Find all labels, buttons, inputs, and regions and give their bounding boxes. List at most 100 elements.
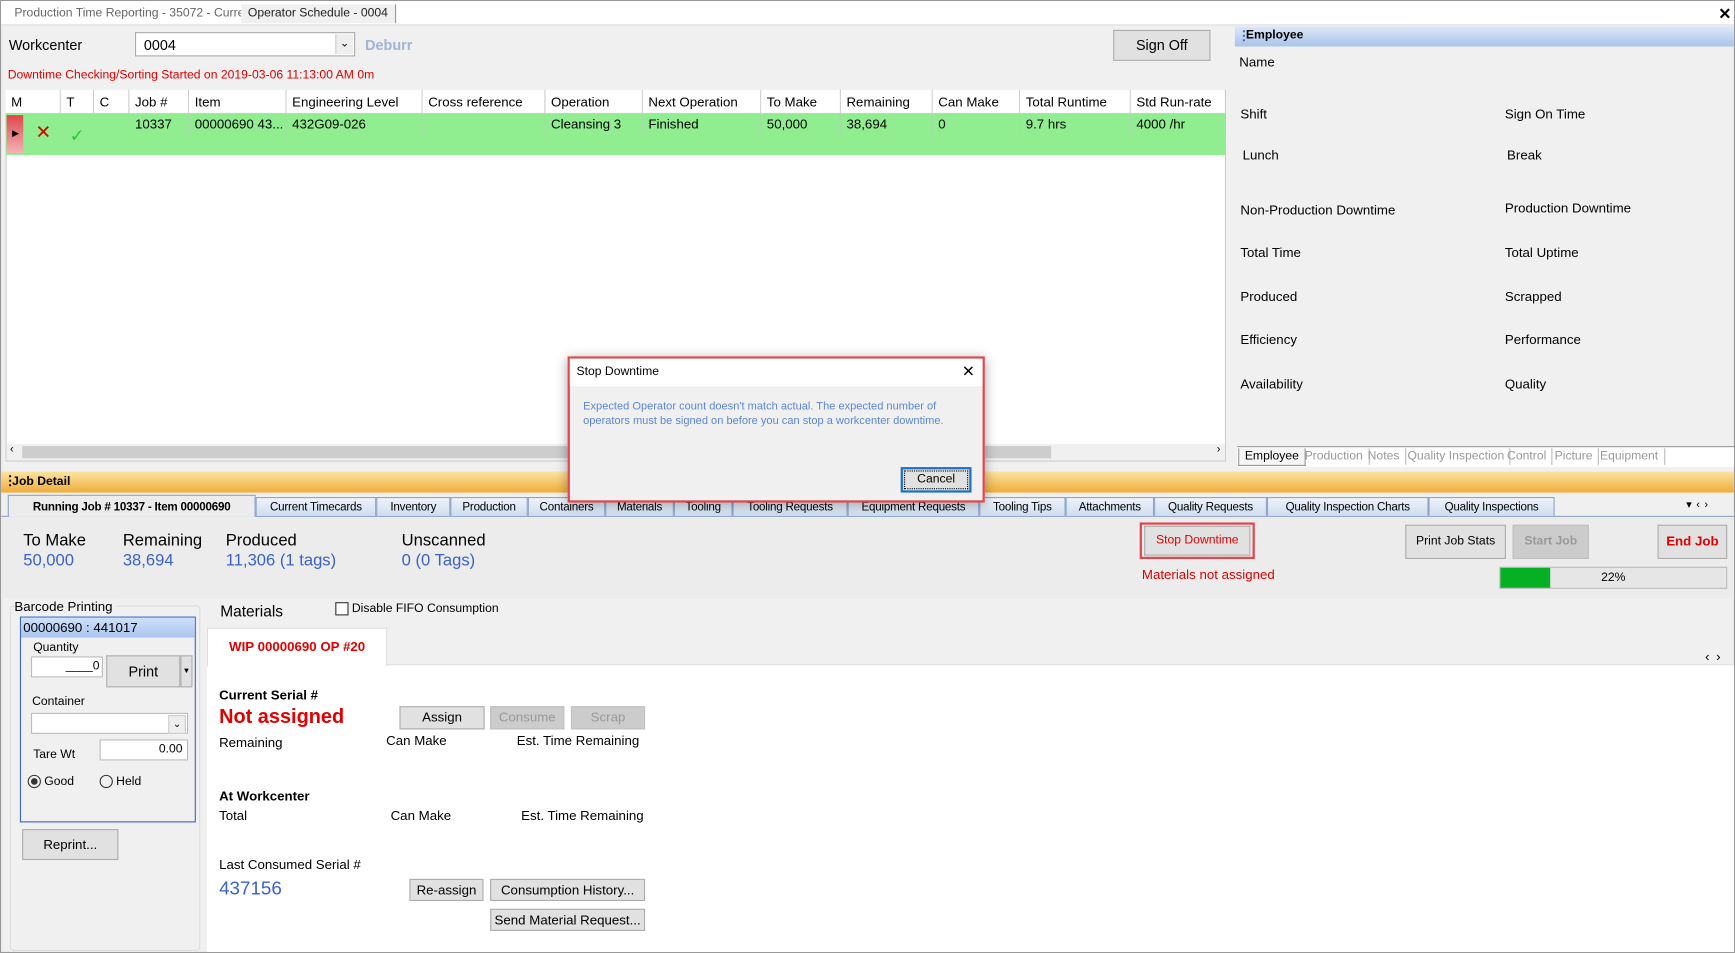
tab-scroll-controls[interactable]: ▾‹› [1686, 499, 1712, 511]
tare-wt-input[interactable]: 0.00 [99, 739, 189, 761]
materials-tab-scroll[interactable]: ‹› [1705, 649, 1727, 664]
est-time-remaining-label: Est. Time Remaining [516, 732, 640, 749]
to-make-value: 50,000 [23, 551, 75, 571]
tab-quality-inspection-charts[interactable]: Quality Inspection Charts [1266, 496, 1429, 516]
col-can-make[interactable]: Can Make [932, 89, 1021, 115]
est-time-remaining-label-2: Est. Time Remaining [521, 808, 644, 824]
barcode-selected[interactable]: 00000690 : 441017 [21, 617, 195, 638]
col-item[interactable]: Item [189, 89, 287, 115]
can-make-label: Can Make [386, 732, 447, 749]
good-radio[interactable] [27, 774, 41, 789]
tab-quality-inspection[interactable]: Quality Inspection [1402, 448, 1511, 465]
x-icon[interactable]: ✕ [35, 122, 51, 144]
scroll-right-icon[interactable]: › [1217, 444, 1221, 456]
tab-quality-requests[interactable]: Quality Requests [1154, 496, 1267, 516]
job-progress-bar: 22% [1499, 566, 1728, 589]
disable-fifo-checkbox[interactable] [335, 602, 349, 616]
tab-tooling-tips[interactable]: Tooling Tips [979, 496, 1066, 516]
tab-running-job[interactable]: Running Job # 10337 - Item 00000690 [7, 494, 256, 517]
job-detail-title: Job Detail [12, 474, 71, 489]
col-total-runtime[interactable]: Total Runtime [1020, 89, 1131, 115]
col-t[interactable]: T [60, 89, 95, 115]
tab-control[interactable]: Control [1502, 448, 1553, 465]
cancel-button[interactable]: Cancel [900, 467, 972, 493]
col-operation[interactable]: Operation [545, 89, 643, 115]
col-to-make[interactable]: To Make [761, 89, 841, 115]
held-radio[interactable] [99, 774, 113, 789]
assign-button[interactable]: Assign [399, 706, 485, 730]
col-engineering-level[interactable]: Engineering Level [286, 89, 423, 115]
performance-label: Performance [1504, 332, 1581, 348]
tab-picture[interactable]: Picture [1549, 448, 1600, 465]
container-select[interactable]: ⌄ [30, 712, 189, 734]
availability-label: Availability [1240, 376, 1303, 392]
print-dropdown-icon[interactable]: ▼ [180, 655, 193, 688]
consumption-history-button[interactable]: Consumption History... [490, 878, 646, 902]
total-uptime-label: Total Uptime [1504, 244, 1579, 261]
cell-can-make: 0 [933, 114, 1021, 137]
tab-quality-inspections[interactable]: Quality Inspections [1428, 496, 1555, 516]
print-button[interactable]: Print [106, 655, 181, 688]
wip-tab[interactable]: WIP 00000690 OP #20 [206, 627, 388, 667]
quantity-label: Quantity [33, 640, 79, 655]
col-remaining[interactable]: Remaining [840, 89, 933, 115]
current-serial-value: Not assigned [219, 705, 345, 728]
tab-current-timecards[interactable]: Current Timecards [255, 496, 377, 516]
reprint-button[interactable]: Reprint... [22, 829, 119, 861]
col-m[interactable]: M [5, 89, 61, 115]
current-serial-label: Current Serial # [219, 687, 318, 703]
cell-engineering-level: 432G09-026 [287, 114, 423, 137]
col-next-operation[interactable]: Next Operation [642, 89, 762, 115]
sign-off-button[interactable]: Sign Off [1113, 29, 1211, 61]
good-label: Good [44, 774, 75, 789]
row-selector[interactable]: ▶ [6, 115, 24, 154]
check-icon[interactable]: ✓ [70, 125, 85, 147]
held-label: Held [116, 774, 142, 789]
print-job-stats-button[interactable]: Print Job Stats [1405, 524, 1506, 559]
tab-equipment[interactable]: Equipment [1594, 448, 1665, 465]
col-c[interactable]: C [94, 89, 130, 115]
workcenter-name: Deburr [365, 36, 413, 54]
start-job-button[interactable]: Start Job [1512, 524, 1589, 559]
scrap-button[interactable]: Scrap [570, 706, 646, 730]
reassign-button[interactable]: Re-assign [409, 878, 484, 902]
tab-inventory[interactable]: Inventory [376, 496, 451, 516]
tab-production-time-reporting[interactable]: Production Time Reporting - 35072 - Curr… [8, 4, 261, 23]
tab-production[interactable]: Production [1299, 448, 1370, 465]
cell-total-runtime: 9.7 hrs [1020, 114, 1131, 137]
employee-panel-title: Employee [1245, 28, 1304, 43]
downtime-status: Downtime Checking/Sorting Started on 201… [7, 68, 375, 82]
tab-production[interactable]: Production [450, 496, 528, 516]
col-cross-reference[interactable]: Cross reference [422, 89, 546, 115]
tab-operator-schedule[interactable]: Operator Schedule - 0004 [241, 4, 396, 24]
cell-next-operation: Finished [643, 114, 762, 137]
materials-warning: Materials not assigned [1141, 566, 1275, 583]
app-window: Production Time Reporting - 35072 - Curr… [0, 0, 1735, 953]
last-consumed-label: Last Consumed Serial # [219, 856, 361, 873]
tab-attachments[interactable]: Attachments [1065, 496, 1155, 516]
name-label: Name [1239, 54, 1275, 70]
tab-employee[interactable]: Employee [1238, 448, 1306, 467]
non-production-downtime-label: Non-Production Downtime [1240, 202, 1396, 219]
tab-notes[interactable]: Notes [1362, 448, 1407, 465]
quality-label: Quality [1504, 376, 1547, 392]
quantity-input[interactable]: ____0 [30, 656, 103, 678]
send-material-request-button[interactable]: Send Material Request... [490, 908, 646, 931]
efficiency-label: Efficiency [1240, 332, 1297, 348]
tare-wt-label: Tare Wt [33, 748, 76, 762]
stop-downtime-button[interactable]: Stop Downtime [1144, 525, 1251, 556]
col-job[interactable]: Job # [129, 89, 190, 115]
stop-downtime-dialog: Stop Downtime ✕ Expected Operator count … [567, 356, 985, 503]
total-time-label: Total Time [1240, 244, 1301, 261]
scroll-left-icon[interactable]: ‹ [10, 444, 14, 456]
cell-to-make: 50,000 [761, 114, 841, 137]
chevron-down-icon[interactable]: ⌄ [335, 34, 353, 55]
consume-button[interactable]: Consume [490, 706, 565, 730]
workcenter-select[interactable]: 0004 ⌄ [134, 32, 356, 57]
close-icon[interactable]: ✕ [962, 362, 975, 381]
chevron-down-icon[interactable]: ⌄ [168, 715, 186, 734]
end-job-button[interactable]: End Job [1657, 524, 1728, 559]
remaining-value: 38,694 [122, 551, 174, 571]
close-icon[interactable]: ✕ [1718, 4, 1731, 23]
col-std-run-rate[interactable]: Std Run-rate [1130, 89, 1227, 115]
